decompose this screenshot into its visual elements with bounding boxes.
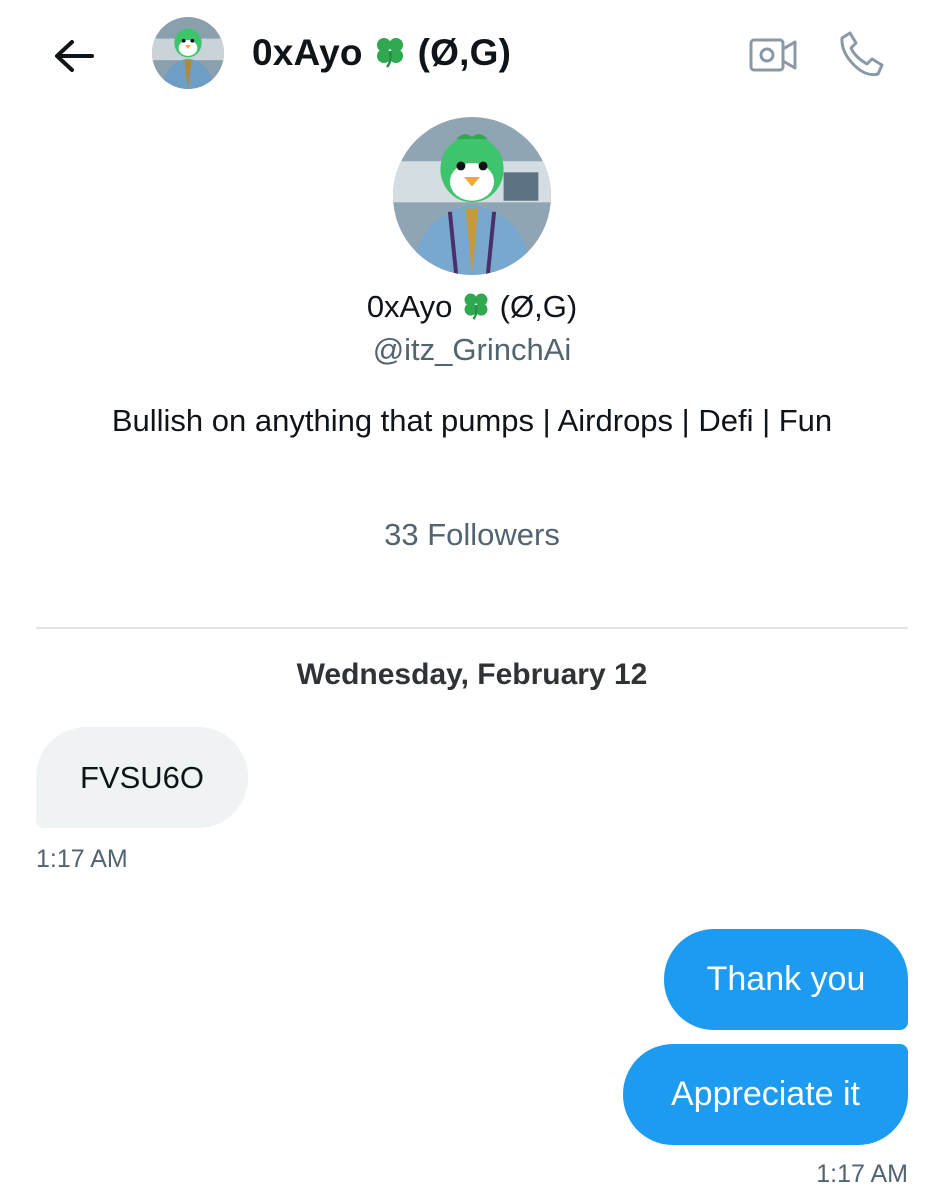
arrow-left-icon [55,40,94,72]
header-title[interactable]: 0xAyo (Ø,G) [252,28,511,78]
profile-bio: Bullish on anything that pumps | Airdrop… [111,403,833,438]
voice-call-button[interactable] [832,26,890,82]
header-name-suffix: (Ø,G) [417,32,512,73]
video-call-button[interactable] [746,30,800,80]
four-leaf-clover-icon [377,38,404,68]
message-timestamp: 1:17 AM [36,845,128,873]
date-separator: Wednesday, February 12 [296,658,648,691]
header-avatar[interactable] [152,17,224,89]
divider [36,627,908,629]
phone-icon [840,31,884,77]
profile-name-text: 0xAyo [366,289,453,324]
avatar-image [152,17,224,89]
conversation-header: 0xAyo (Ø,G) [0,0,944,110]
profile-name-suffix: (Ø,G) [499,289,578,324]
message-bubble-outgoing[interactable]: Thank you [664,929,908,1030]
profile-avatar[interactable] [393,117,551,275]
video-camera-icon [749,38,797,72]
message-timestamp: 1:17 AM [816,1160,908,1188]
profile-name: 0xAyo (Ø,G) [0,286,944,328]
profile-handle[interactable]: @itz_GrinchAi [0,329,944,371]
header-name-text: 0xAyo [252,32,363,73]
followers-count[interactable]: 33 Followers [0,514,944,556]
dm-conversation-screen: 0xAyo (Ø,G) 0xAyo (Ø,G) @itz_GrinchAi Bu… [0,0,944,1200]
message-bubble-outgoing[interactable]: Appreciate it [623,1044,908,1145]
back-button[interactable] [48,30,100,82]
profile-avatar-image [393,117,551,275]
message-bubble-incoming[interactable]: FVSU6O [36,727,248,828]
four-leaf-clover-icon [464,293,488,320]
